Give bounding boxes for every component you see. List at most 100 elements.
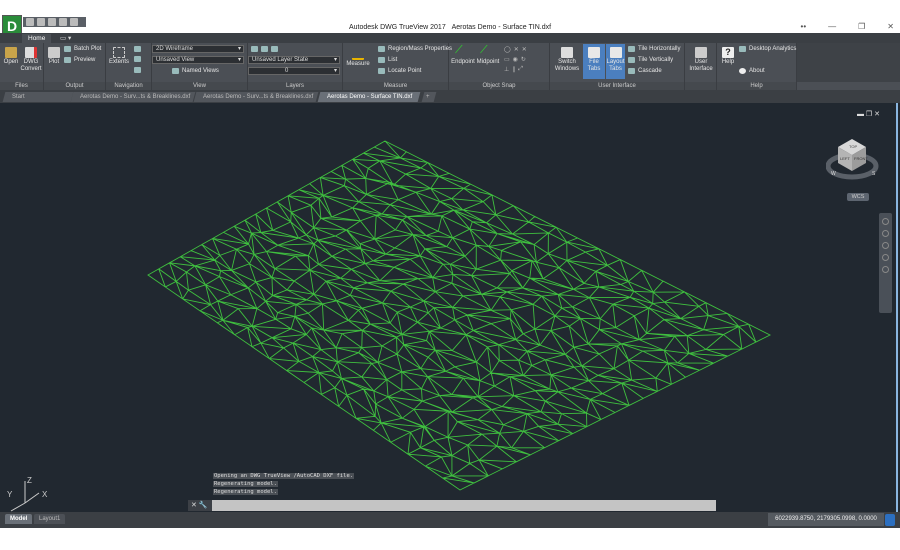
orbit-icon[interactable] — [882, 254, 889, 261]
endpoint-button[interactable]: Endpoint — [451, 44, 475, 66]
panel-title-help: Help — [717, 82, 796, 90]
locate-point-button[interactable]: Locate Point — [378, 68, 421, 74]
coordinates-readout[interactable]: 6022939.8750, 2179305.0998, 0.0000 — [768, 513, 884, 526]
list-button[interactable]: List — [378, 57, 397, 63]
cascade-label: Cascade — [638, 68, 662, 74]
history-line: Regenerating model. — [213, 489, 278, 495]
perpendicular-snap-icon[interactable]: ⊥ — [504, 66, 509, 73]
command-line: ✕ 🔧 — [188, 500, 716, 511]
file-tab[interactable]: Aerotas Demo - Surv...ts & Breaklines.dx… — [193, 92, 319, 102]
named-views-button[interactable]: Named Views — [172, 68, 219, 74]
layer-state-dropdown[interactable]: Unsaved Layer State — [248, 56, 340, 64]
snap-row-1[interactable]: ◯ ✕ ✕ — [504, 46, 527, 53]
panel-user-interface-2: User Interface — [685, 43, 717, 90]
saved-view-dropdown[interactable]: Unsaved View — [152, 56, 244, 64]
pan-icon[interactable] — [882, 230, 889, 237]
switch-windows-button[interactable]: Switch Windows — [552, 47, 582, 73]
drawing-viewport[interactable]: ▬ ❐ ✕ TOP LEFT FRONT W S WCS Z Y X Openi… — [0, 103, 900, 512]
orbit-button[interactable] — [134, 56, 141, 62]
panel-title-user-interface: User Interface — [550, 82, 684, 90]
quadrant-snap-icon[interactable]: ◉ — [513, 56, 518, 63]
wcs-menu[interactable]: WCS — [847, 193, 869, 201]
cascade-button[interactable]: Cascade — [628, 68, 662, 74]
tile-vertically-label: Tile Vertically — [638, 57, 674, 63]
tile-horizontally-icon — [628, 46, 635, 52]
plot-button[interactable]: Plot — [46, 47, 62, 66]
layout-tabs-button[interactable]: Layout Tabs — [606, 44, 625, 79]
help-dots-icon[interactable]: •• — [801, 22, 807, 31]
viewcube[interactable]: TOP LEFT FRONT W S — [826, 133, 886, 191]
showmotion-icon[interactable] — [882, 266, 889, 273]
title-bar: D Autodesk DWG TrueView 2017 Aerotas Dem… — [0, 0, 900, 35]
open-label: Open — [3, 59, 19, 65]
center-snap-icon[interactable]: ◯ — [504, 46, 511, 53]
analytics-icon — [739, 46, 746, 52]
maximize-button[interactable]: ❐ — [858, 22, 865, 31]
tangent-snap-icon[interactable]: ↻ — [521, 56, 526, 63]
about-button[interactable]: About — [739, 68, 765, 74]
showmotion-button[interactable] — [134, 67, 141, 73]
app-title: Autodesk DWG TrueView 2017 — [348, 24, 446, 31]
extents-button[interactable]: Extents — [108, 47, 130, 66]
measure-button[interactable]: Measure — [346, 49, 370, 68]
command-input[interactable] — [212, 500, 716, 511]
layer-match-icon[interactable] — [261, 46, 268, 52]
steering-wheel-icon[interactable] — [882, 218, 889, 225]
parallel-snap-icon[interactable]: ∥ — [512, 66, 515, 73]
layer-dropdown[interactable]: 0 — [248, 67, 340, 75]
navigation-bar[interactable] — [879, 213, 892, 313]
new-tab-button[interactable]: + — [421, 92, 437, 102]
minimize-button[interactable]: — — [828, 22, 836, 31]
snap-row-3[interactable]: ⊥ ∥ ⤢ — [504, 66, 523, 73]
layer-previous-icon[interactable] — [271, 46, 278, 52]
tile-vertically-button[interactable]: Tile Vertically — [628, 57, 673, 63]
ribbon: Open DWG Convert Files Plot Batch Plot P… — [0, 43, 900, 90]
tile-horizontally-button[interactable]: Tile Horizontally — [628, 46, 680, 52]
extension-snap-icon[interactable]: ⤢ — [518, 66, 523, 73]
open-button[interactable]: Open — [2, 47, 20, 66]
insert-snap-icon[interactable]: ▭ — [504, 56, 510, 63]
user-interface-button[interactable]: User Interface — [687, 47, 715, 73]
close-button[interactable]: ✕ — [887, 22, 894, 31]
tab-home[interactable]: Home — [22, 34, 52, 43]
panel-title-output[interactable]: Output — [44, 82, 105, 90]
panel-help: ? Help Desktop Analytics About Help — [717, 43, 797, 90]
layer-tools[interactable] — [251, 46, 278, 52]
customize-icon[interactable] — [885, 514, 895, 526]
help-button[interactable]: ? Help — [719, 47, 737, 66]
ribbon-empty-area — [797, 43, 900, 82]
pan-icon — [134, 46, 141, 52]
file-tab-start[interactable]: Start — [2, 92, 74, 102]
panel-navigation: Extents Navigation — [106, 43, 152, 90]
tab-model[interactable]: Model — [5, 514, 33, 524]
preview-button[interactable]: Preview — [64, 57, 95, 63]
tab-layout1[interactable]: Layout1 — [34, 514, 66, 524]
region-mass-button[interactable]: Region/Mass Properties — [378, 46, 452, 52]
command-line-buttons[interactable]: ✕ 🔧 — [188, 500, 212, 511]
pan-button[interactable] — [134, 46, 141, 52]
file-tab-active[interactable]: Aerotas Demo - Surface TIN.dxf — [317, 92, 421, 102]
layer-properties-icon[interactable] — [251, 46, 258, 52]
file-tabs-button[interactable]: File Tabs — [583, 44, 605, 79]
midpoint-button[interactable]: Midpoint — [476, 44, 500, 66]
preview-label: Preview — [74, 57, 96, 63]
snap-row-2[interactable]: ▭ ◉ ↻ — [504, 56, 526, 63]
showmotion-icon — [134, 67, 141, 73]
panel-title-files: Files — [0, 82, 43, 90]
zoom-icon[interactable] — [882, 242, 889, 249]
region-mass-label: Region/Mass Properties — [388, 46, 453, 52]
visual-style-dropdown[interactable]: 2D Wireframe — [152, 45, 244, 53]
measure-label: Measure — [346, 61, 370, 67]
document-title: Aerotas Demo - Surface TIN.dxf — [451, 24, 552, 31]
file-tab-label: Start — [12, 94, 25, 100]
batch-plot-button[interactable]: Batch Plot — [64, 46, 101, 52]
ucs-icon: Z Y X — [7, 476, 48, 512]
intersection-snap-icon[interactable]: ✕ — [522, 46, 527, 53]
node-snap-icon[interactable]: ✕ — [514, 46, 519, 53]
viewport-controls[interactable]: ▬ ❐ ✕ — [857, 110, 880, 118]
tab-extra[interactable]: ▭ ▾ — [54, 34, 77, 43]
file-tab[interactable]: Aerotas Demo - Surv...ts & Breaklines.dx… — [70, 92, 196, 102]
cube-top-label: TOP — [849, 144, 857, 149]
dwg-convert-button[interactable]: DWG Convert — [20, 47, 42, 73]
desktop-analytics-button[interactable]: Desktop Analytics — [739, 46, 796, 52]
